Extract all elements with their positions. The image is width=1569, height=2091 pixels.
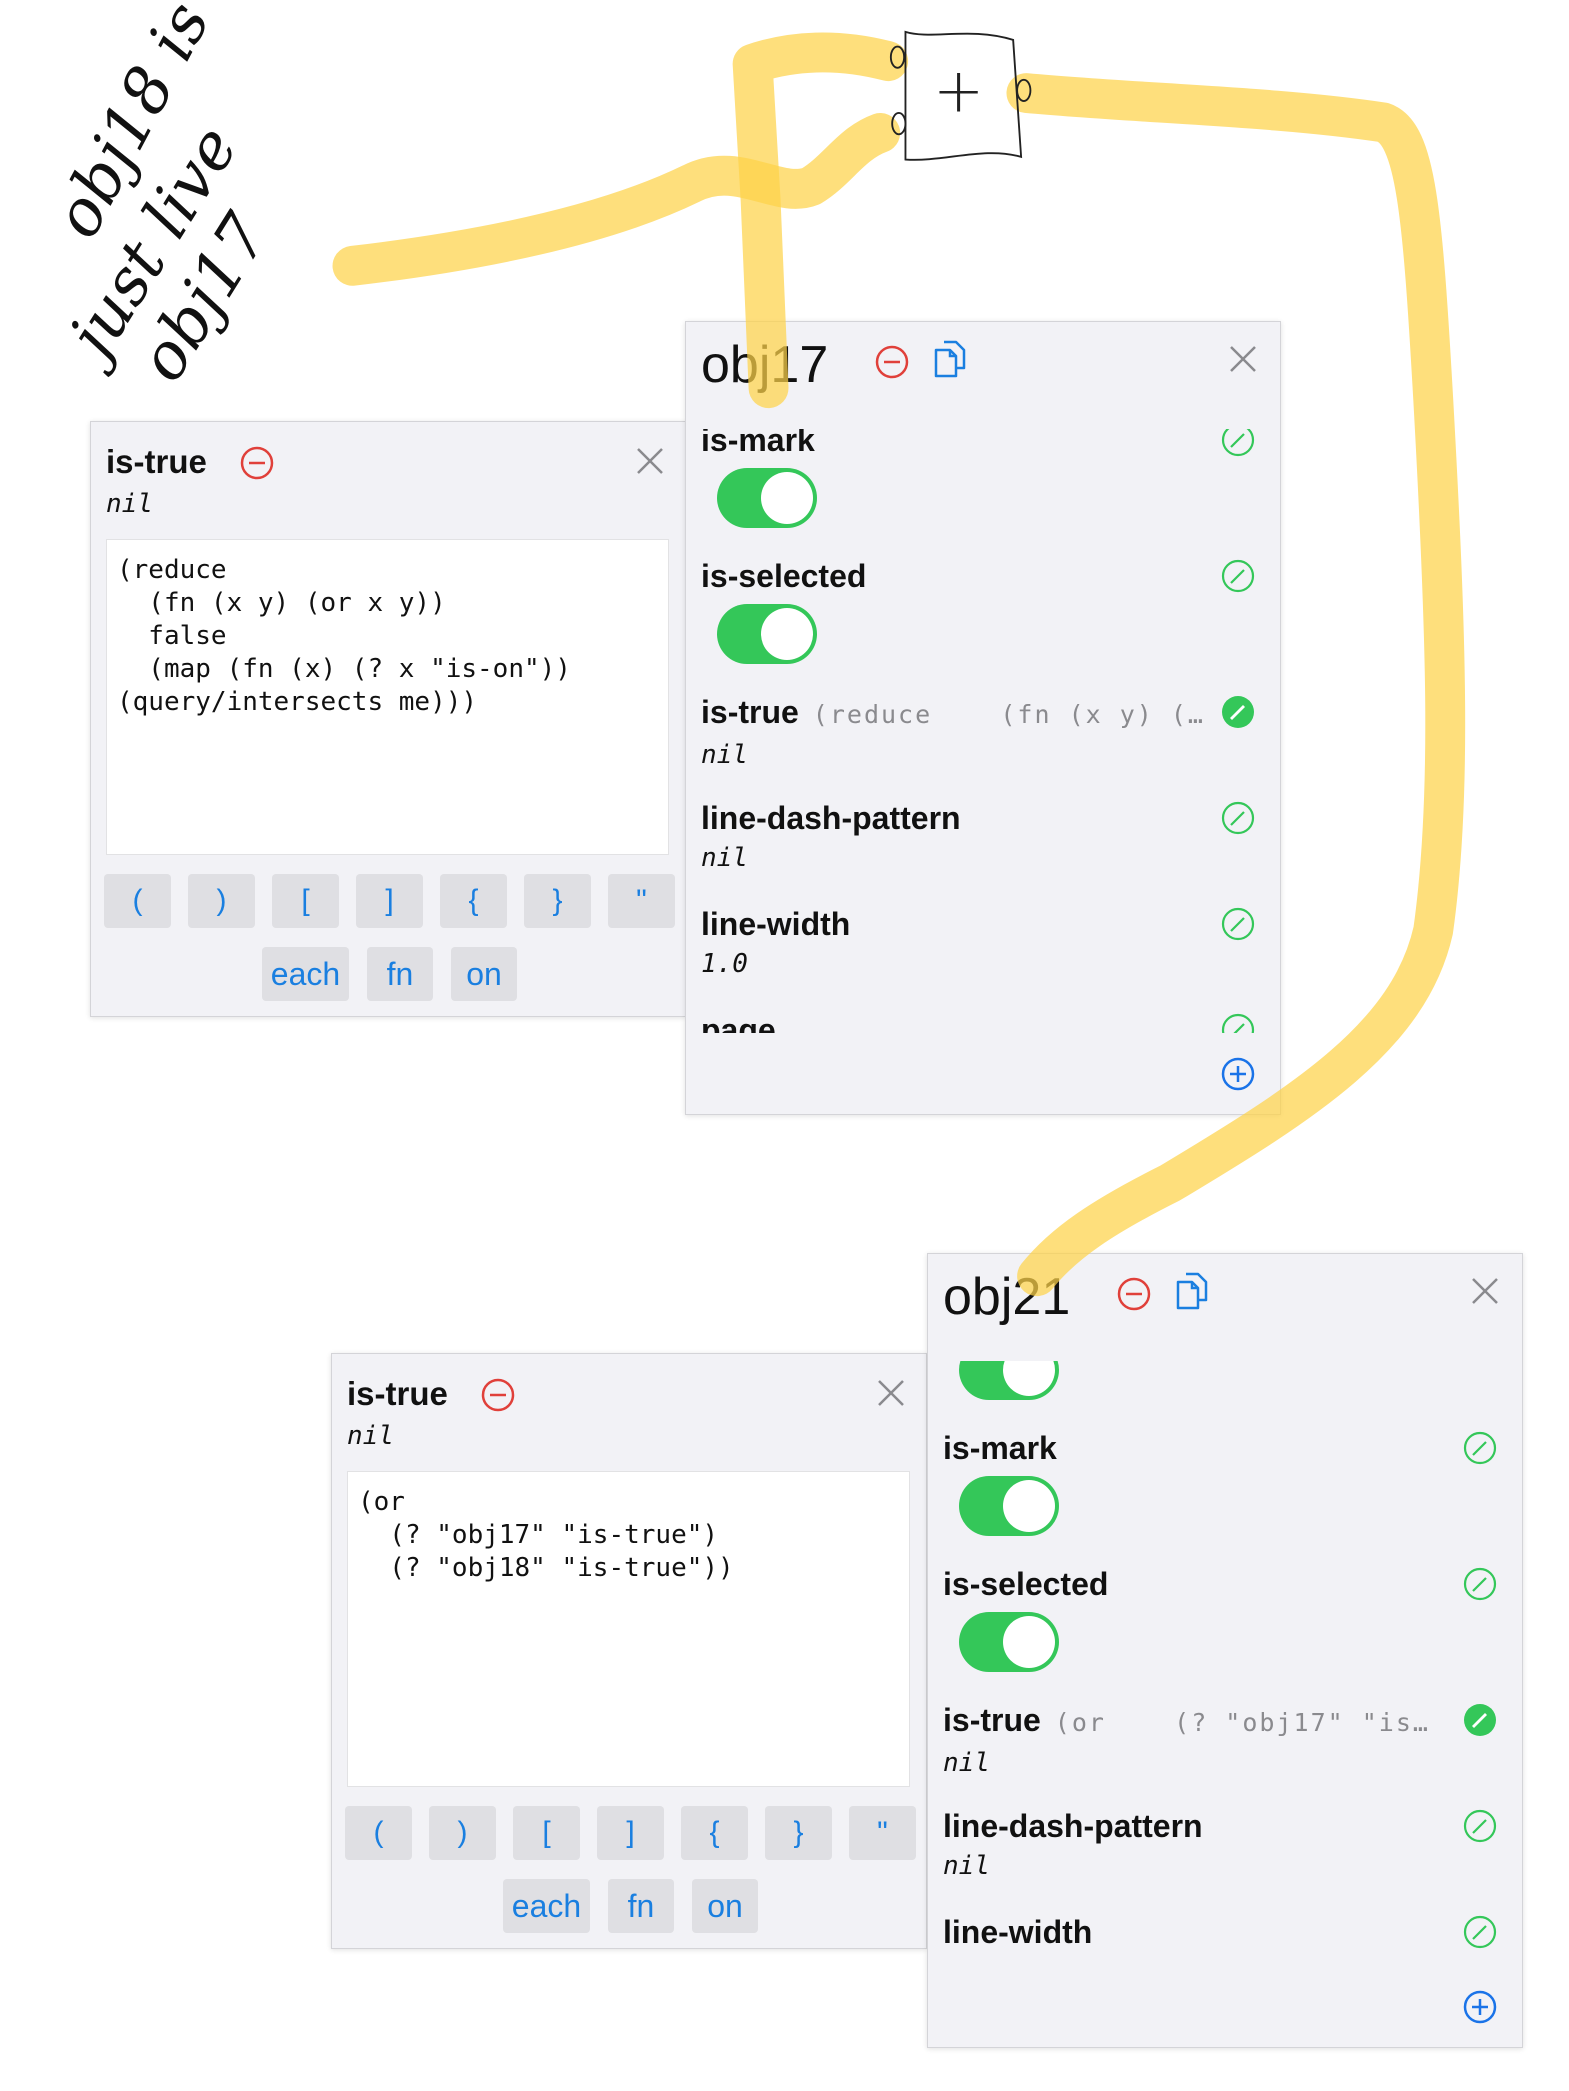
key-quote[interactable]: " <box>608 874 675 928</box>
formula-preview: (or (? "obj17" "is… <box>1054 1708 1430 1737</box>
property-row: is-true (reduce (fn (x y) (… nil <box>701 692 1265 798</box>
key-close-bracket[interactable]: ] <box>356 874 423 928</box>
key-open-paren[interactable]: ( <box>104 874 171 928</box>
close-icon[interactable] <box>1468 1274 1502 1308</box>
property-value: nil <box>701 843 748 873</box>
toggle-switch-on[interactable] <box>959 1361 1059 1400</box>
toggle-switch-on[interactable] <box>717 604 817 664</box>
property-row: line-dash-pattern nil <box>943 1806 1507 1912</box>
property-name: is-selected <box>943 1566 1109 1602</box>
edit-icon[interactable] <box>1462 1566 1498 1602</box>
key-open-bracket[interactable]: [ <box>272 874 339 928</box>
property-name: is-selected <box>701 558 867 594</box>
key-each[interactable]: each <box>262 947 349 1001</box>
add-property-icon[interactable] <box>1462 1989 1498 2025</box>
key-open-bracket[interactable]: [ <box>513 1806 580 1860</box>
property-value: nil <box>347 1421 394 1451</box>
property-name: line-dash-pattern <box>943 1808 1203 1844</box>
key-close-paren[interactable]: ) <box>188 874 255 928</box>
property-value: nil <box>943 1851 990 1881</box>
highlighter-wire <box>332 112 901 286</box>
adder-symbol: + <box>933 56 984 127</box>
property-name: line-dash-pattern <box>701 800 961 836</box>
key-close-brace[interactable]: } <box>524 874 591 928</box>
key-open-brace[interactable]: { <box>681 1806 748 1860</box>
close-icon[interactable] <box>1226 342 1260 376</box>
property-name: line-width <box>701 906 851 942</box>
property-row: line-width 1.0 <box>701 904 1265 1010</box>
property-name: is-true <box>701 694 799 730</box>
edit-active-icon[interactable] <box>1220 694 1256 730</box>
edit-icon[interactable] <box>1220 429 1256 458</box>
drawn-adder-box <box>889 30 1032 161</box>
property-row: is-mark <box>701 429 1265 556</box>
formula-preview: (reduce (fn (x y) (… <box>812 700 1205 729</box>
key-open-brace[interactable]: { <box>440 874 507 928</box>
property-row: page <box>701 1010 1265 1033</box>
code-editor[interactable]: (reduce (fn (x y) (or x y)) false (map (… <box>106 539 669 855</box>
property-name: is-true <box>943 1702 1041 1738</box>
toggle-switch-on[interactable] <box>959 1476 1059 1536</box>
object-inspector-obj21: obj21 is-mark is-selected is-true (or (? … <box>927 1253 1523 2048</box>
code-editor[interactable]: (or (? "obj17" "is-true") (? "obj18" "is… <box>347 1471 910 1787</box>
remove-property-icon[interactable] <box>480 1377 516 1413</box>
property-list[interactable]: is-mark is-selected is-true (reduce (fn (… <box>686 429 1280 1033</box>
property-name: is-mark <box>943 1430 1057 1466</box>
object-title: obj17 <box>701 336 829 394</box>
object-inspector-obj17: obj17 is-mark is-selected is-true (reduce… <box>685 321 1281 1115</box>
copy-icon[interactable] <box>1172 1270 1212 1312</box>
property-name: is-mark <box>701 429 815 458</box>
key-on[interactable]: on <box>451 947 517 1001</box>
property-value: nil <box>943 1748 990 1778</box>
key-on[interactable]: on <box>692 1879 758 1933</box>
property-row: is-mark <box>943 1428 1507 1564</box>
remove-property-icon[interactable] <box>239 445 275 481</box>
edit-icon[interactable] <box>1220 906 1256 942</box>
property-row: is-selected <box>701 556 1265 692</box>
property-row: is-true (or (? "obj17" "is… nil <box>943 1700 1507 1806</box>
close-icon[interactable] <box>633 444 667 478</box>
key-open-paren[interactable]: ( <box>345 1806 412 1860</box>
key-close-paren[interactable]: ) <box>429 1806 496 1860</box>
property-row: is-selected <box>943 1564 1507 1700</box>
toggle-switch-on[interactable] <box>959 1612 1059 1672</box>
property-name: is-true <box>347 1375 448 1412</box>
key-close-bracket[interactable]: ] <box>597 1806 664 1860</box>
property-row: line-width <box>943 1912 1507 1965</box>
delete-object-icon[interactable] <box>874 344 910 380</box>
property-list[interactable]: is-mark is-selected is-true (or (? "obj17… <box>928 1361 1522 1965</box>
property-value: nil <box>106 489 153 519</box>
property-value: nil <box>701 740 748 770</box>
key-fn[interactable]: fn <box>608 1879 674 1933</box>
key-close-brace[interactable]: } <box>765 1806 832 1860</box>
property-editor-panel: is-true nil (or (? "obj17" "is-true") (?… <box>331 1353 927 1949</box>
object-title: obj21 <box>943 1268 1071 1326</box>
property-row: line-dash-pattern nil <box>701 798 1265 904</box>
property-name: page <box>701 1012 776 1033</box>
property-name: line-width <box>943 1914 1093 1950</box>
property-editor-panel: is-true nil (reduce (fn (x y) (or x y)) … <box>90 421 686 1017</box>
property-value: 1.0 <box>701 949 748 979</box>
edit-icon[interactable] <box>1220 800 1256 836</box>
delete-object-icon[interactable] <box>1116 1276 1152 1312</box>
toggle-switch-on[interactable] <box>717 468 817 528</box>
edit-icon[interactable] <box>1462 1808 1498 1844</box>
edit-icon[interactable] <box>1220 1012 1256 1033</box>
key-quote[interactable]: " <box>849 1806 916 1860</box>
copy-icon[interactable] <box>930 338 970 380</box>
edit-icon[interactable] <box>1220 558 1256 594</box>
property-name: is-true <box>106 443 207 480</box>
edit-active-icon[interactable] <box>1462 1702 1498 1738</box>
key-fn[interactable]: fn <box>367 947 433 1001</box>
edit-icon[interactable] <box>1462 1430 1498 1466</box>
edit-icon[interactable] <box>1462 1914 1498 1950</box>
key-each[interactable]: each <box>503 1879 590 1933</box>
add-property-icon[interactable] <box>1220 1056 1256 1092</box>
close-icon[interactable] <box>874 1376 908 1410</box>
